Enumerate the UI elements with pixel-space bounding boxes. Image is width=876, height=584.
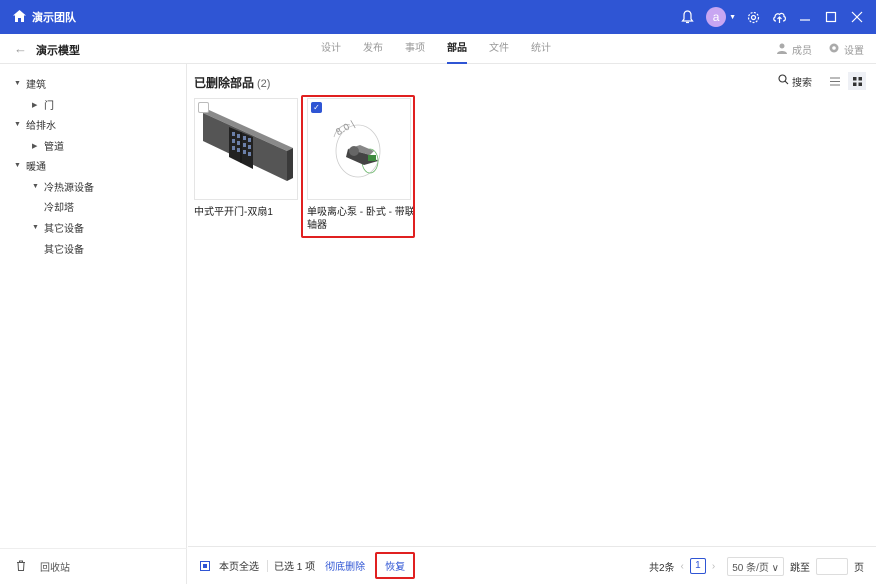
restore-button[interactable]: 恢复 (375, 552, 416, 579)
settings-button[interactable]: 设置 (824, 42, 864, 57)
search-button[interactable]: 搜索 (778, 74, 812, 89)
recycle-bin-button[interactable]: 回收站 (0, 548, 187, 584)
search-icon (778, 74, 789, 88)
title-bar: 演示团队 a ▼ (0, 0, 876, 34)
selection-highlight (301, 95, 415, 238)
members-icon (776, 43, 788, 57)
delete-permanently-button[interactable]: 彻底删除 (325, 558, 365, 573)
tab-issues[interactable]: 事项 (405, 34, 425, 64)
minimize-icon[interactable] (796, 8, 814, 26)
members-label: 成员 (792, 46, 812, 57)
goto-label: 跳至 (790, 562, 810, 574)
caret-right-icon[interactable]: ▶ (32, 101, 44, 109)
divider (267, 559, 268, 572)
tree-item-door[interactable]: ▶ 门 (32, 97, 54, 112)
component-card[interactable]: 中式平开门-双扇1 (194, 98, 298, 219)
caret-down-icon[interactable]: ▼ (14, 80, 26, 87)
page-size-select[interactable]: 50 条/页 ∨ (727, 556, 784, 576)
caret-down-icon[interactable]: ▼ (32, 183, 44, 190)
select-all-label[interactable]: 本页全选 (219, 558, 259, 573)
close-icon[interactable] (848, 8, 866, 26)
tree-item-cooling-tower[interactable]: 冷却塔 (44, 199, 74, 214)
sub-header: ← 演示模型 设计 发布 事项 部品 文件 统计 成员 设置 (0, 34, 876, 64)
page-unit-label: 页 (854, 562, 864, 574)
prev-page-icon[interactable]: ‹ (681, 561, 684, 572)
cloud-upload-icon[interactable] (770, 8, 788, 26)
list-view-icon[interactable] (826, 72, 844, 90)
select-all-checkbox[interactable] (200, 560, 210, 571)
team-name[interactable]: 演示团队 (32, 9, 76, 25)
maximize-icon[interactable] (822, 8, 840, 26)
card-checkbox[interactable] (198, 102, 209, 113)
tab-bar: 设计 发布 事项 部品 文件 统计 (321, 34, 573, 64)
avatar[interactable]: a (706, 7, 727, 27)
tree-item-pipe[interactable]: ▶ 管道 (32, 138, 64, 153)
page-title: 已删除部品 (2) (194, 76, 271, 90)
tree-item-plumbing[interactable]: ▼ 给排水 (14, 117, 56, 132)
page-number[interactable]: 1 (689, 558, 706, 574)
pagination: 共2条 ‹ 1 › 50 条/页 ∨ 跳至 页 (649, 547, 864, 584)
search-label: 搜索 (792, 77, 812, 89)
grid-view-icon[interactable] (848, 72, 866, 90)
back-arrow-icon[interactable]: ← (14, 41, 27, 56)
tab-statistics[interactable]: 统计 (531, 34, 551, 64)
tree-item-other-equipment[interactable]: 其它设备 (44, 241, 84, 256)
selected-count: 已选 1 项 (274, 562, 316, 573)
tab-design[interactable]: 设计 (321, 34, 341, 64)
recycle-bin-label: 回收站 (40, 563, 70, 574)
caret-down-icon[interactable]: ▼ (14, 121, 26, 128)
bell-icon[interactable] (678, 8, 696, 26)
component-name: 中式平开门-双扇1 (194, 207, 273, 218)
main-content: 已删除部品 (2) 搜索 中式平开门-双扇1 8.0 | ✓ 单吸离心泵 - 卧… (188, 64, 876, 546)
gear-icon[interactable] (744, 8, 762, 26)
tab-components[interactable]: 部品 (447, 34, 467, 64)
model-title: 演示模型 (36, 45, 80, 57)
tab-publish[interactable]: 发布 (363, 34, 383, 64)
total-count: 共2条 (648, 562, 675, 574)
bulk-action-footer: 本页全选 已选 1 项 彻底删除 恢复 共2条 ‹ 1 › 50 条/页 ∨ 跳… (188, 546, 876, 584)
tree-item-other-equipment-group[interactable]: ▼ 其它设备 (32, 220, 84, 235)
tree-item-heat-source[interactable]: ▼ 冷热源设备 (32, 179, 94, 194)
members-button[interactable]: 成员 (772, 42, 812, 57)
component-thumbnail (194, 98, 298, 200)
caret-right-icon[interactable]: ▶ (32, 142, 44, 150)
deleted-count: (2) (257, 78, 271, 90)
gear-icon (828, 42, 840, 57)
home-icon[interactable] (13, 10, 26, 24)
category-sidebar: ▼ 建筑 ▶ 门 ▼ 给排水 ▶ 管道 ▼ 暖通 ▼ 冷热源设备 冷却塔 ▼ 其它设备 其它设… (0, 64, 187, 584)
tab-files[interactable]: 文件 (489, 34, 509, 64)
caret-down-icon[interactable]: ▼ (14, 162, 26, 169)
settings-label: 设置 (844, 46, 864, 57)
goto-page-input[interactable] (816, 557, 848, 575)
tree-item-hvac[interactable]: ▼ 暖通 (14, 158, 46, 173)
caret-down-icon[interactable]: ▼ (32, 224, 44, 231)
next-page-icon[interactable]: › (712, 561, 715, 572)
chevron-down-icon[interactable]: ▼ (729, 14, 736, 21)
trash-icon (16, 560, 26, 574)
tree-item-architecture[interactable]: ▼ 建筑 (14, 76, 46, 91)
